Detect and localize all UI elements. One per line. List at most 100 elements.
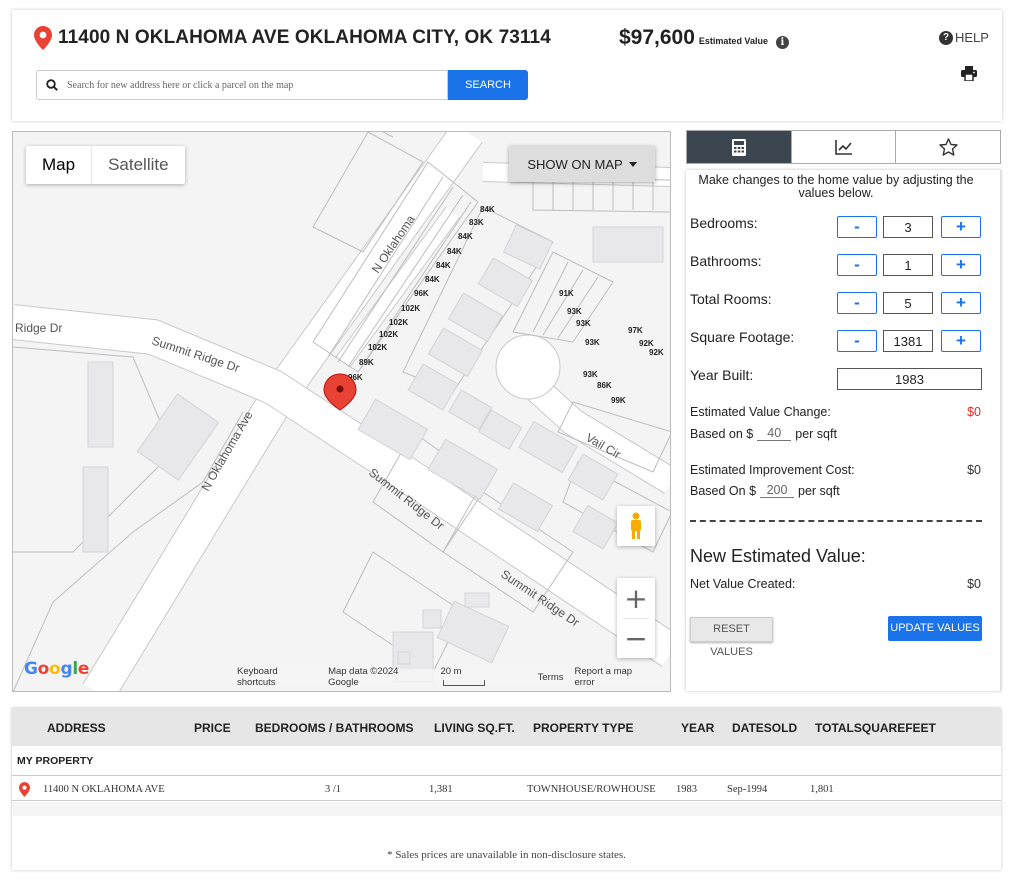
per-sqft-label: per sqft <box>795 426 837 441</box>
square-footage-label: Square Footage: <box>690 329 795 345</box>
est-improvement-label: Estimated Improvement Cost: <box>690 463 855 477</box>
based-on-row: Based on $ per sqft <box>690 426 837 441</box>
cell-living-sqft: 1,381 <box>429 784 453 795</box>
report-error-link[interactable]: Report a map error <box>575 666 654 688</box>
parcel-price-label: 92K <box>649 348 664 357</box>
value-per-sqft-input[interactable] <box>757 426 792 441</box>
net-value-amount: $0 <box>967 577 981 591</box>
parcel-price-label: 84K <box>480 205 495 214</box>
map-canvas[interactable]: N Oklahoma Ridge Dr Summit Ridge Dr N Ok… <box>13 132 671 692</box>
info-icon[interactable]: i <box>775 36 789 49</box>
est-value-change-label: Estimated Value Change: <box>690 405 831 419</box>
parcel-price-label: 96K <box>414 289 429 298</box>
map-type-satellite[interactable]: Satellite <box>91 146 184 184</box>
estimated-value-box: $97,600 Estimated Value i <box>619 26 789 50</box>
terms-link[interactable]: Terms <box>538 672 564 683</box>
cell-year: 1983 <box>676 784 697 795</box>
print-icon[interactable] <box>961 66 977 81</box>
zoom-out-button[interactable]: − <box>617 618 655 658</box>
parcel-price-label: 93K <box>585 338 600 347</box>
parcel-price-label: 92K <box>639 339 654 348</box>
reset-values-button[interactable]: RESET VALUES <box>690 617 773 658</box>
map-type-toggle: Map Satellite <box>26 146 185 184</box>
help-label: HELP <box>955 30 989 45</box>
table-footnote: * Sales prices are unavailable in non-di… <box>387 849 626 861</box>
bedrooms-decrement-button[interactable]: - <box>837 216 877 238</box>
update-values-button[interactable]: UPDATE VALUES <box>888 616 982 641</box>
parcel-price-label: 84K <box>436 261 451 270</box>
bedrooms-field[interactable]: 3 <box>883 216 933 238</box>
map-attribution-bar: Keyboard shortcuts Map data ©2024 Google… <box>231 666 670 688</box>
column-header-address[interactable]: ADDRESS <box>47 721 106 735</box>
column-header-price[interactable]: PRICE <box>194 721 231 735</box>
address-row: 11400 N OKLAHOMA AVE OKLAHOMA CITY, OK 7… <box>34 26 551 50</box>
column-header-datesold[interactable]: DATESOLD <box>732 721 797 735</box>
bedrooms-increment-button[interactable]: + <box>941 216 981 238</box>
parcel-price-label: 84K <box>458 232 473 241</box>
search-icon <box>37 79 67 91</box>
bathrooms-decrement-button[interactable]: - <box>837 254 877 276</box>
property-table: ADDRESS PRICE BEDROOMS / BATHROOMS LIVIN… <box>12 708 1001 870</box>
keyboard-shortcuts-link[interactable]: Keyboard shortcuts <box>237 666 317 688</box>
parcel-price-label: 93K <box>583 370 598 379</box>
parcel-price-label: 102K <box>401 304 420 313</box>
cell-total-sqft: 1,801 <box>810 784 834 795</box>
parcel-price-label: 102K <box>379 330 398 339</box>
based-on-label: Based on $ <box>690 426 754 441</box>
panel-tabs <box>686 130 1001 164</box>
table-row[interactable]: 11400 N OKLAHOMA AVE 3 /1 1,381 TOWNHOUS… <box>12 775 1001 801</box>
table-header: ADDRESS PRICE BEDROOMS / BATHROOMS LIVIN… <box>12 708 1001 746</box>
column-header-living-sqft[interactable]: LIVING SQ.FT. <box>434 721 515 735</box>
cell-bed-bath: 3 /1 <box>325 784 342 795</box>
total-rooms-decrement-button[interactable]: - <box>837 292 877 314</box>
zoom-control: + − <box>617 578 655 658</box>
tab-chart[interactable] <box>790 131 896 163</box>
parcel-price-label: 99K <box>611 396 626 405</box>
cell-property-type: TOWNHOUSE/ROWHOUSE <box>527 784 656 795</box>
year-built-field[interactable]: 1983 <box>837 368 982 390</box>
tab-calculator[interactable] <box>687 131 791 163</box>
square-footage-field[interactable]: 1381 <box>883 330 933 352</box>
est-improvement-amount: $0 <box>967 463 981 477</box>
year-built-label: Year Built: <box>690 367 754 383</box>
help-link[interactable]: ? HELP <box>939 30 989 45</box>
per-sqft-label-2: per sqft <box>798 483 840 498</box>
question-circle-icon: ? <box>939 30 953 45</box>
column-header-year[interactable]: YEAR <box>681 721 714 735</box>
road-label: Ridge Dr <box>15 321 62 335</box>
est-value-change-amount: $0 <box>967 405 981 419</box>
show-on-map-label: SHOW ON MAP <box>527 156 623 172</box>
my-property-group: MY PROPERTY <box>12 746 1001 774</box>
cost-per-sqft-input[interactable] <box>760 483 795 498</box>
tab-favorites[interactable] <box>895 131 1001 163</box>
zoom-in-button[interactable]: + <box>617 578 655 618</box>
map-data-credit: Map data ©2024 Google <box>328 666 399 688</box>
based-on-label-2: Based On $ <box>690 483 757 498</box>
calculator-icon <box>731 138 746 156</box>
column-header-property-type[interactable]: PROPERTY TYPE <box>533 721 633 735</box>
based-on-row-2: Based On $ per sqft <box>690 483 840 498</box>
column-header-total-sqft[interactable]: TOTALSQUAREFEET <box>815 721 936 735</box>
parcel-price-label: 102K <box>368 343 387 352</box>
parcel-price-label: 91K <box>559 289 574 298</box>
street-view-pegman[interactable] <box>617 506 655 546</box>
property-header: 11400 N OKLAHOMA AVE OKLAHOMA CITY, OK 7… <box>12 10 1002 121</box>
parcel-map[interactable]: N Oklahoma Ridge Dr Summit Ridge Dr N Ok… <box>12 131 671 692</box>
show-on-map-dropdown[interactable]: SHOW ON MAP <box>509 146 655 182</box>
location-pin-icon <box>34 26 52 50</box>
new-estimated-value-heading: New Estimated Value: <box>690 546 866 566</box>
square-footage-decrement-button[interactable]: - <box>837 330 877 352</box>
star-icon <box>938 138 958 156</box>
total-rooms-field[interactable]: 5 <box>883 292 933 314</box>
square-footage-increment-button[interactable]: + <box>941 330 981 352</box>
map-type-map[interactable]: Map <box>26 146 91 184</box>
bathrooms-field[interactable]: 1 <box>883 254 933 276</box>
bathrooms-increment-button[interactable]: + <box>941 254 981 276</box>
bedrooms-label: Bedrooms: <box>690 215 758 231</box>
search-button[interactable]: SEARCH <box>448 70 528 100</box>
total-rooms-increment-button[interactable]: + <box>941 292 981 314</box>
parcel-price-label: 84K <box>447 247 462 256</box>
column-header-bed-bath[interactable]: BEDROOMS / BATHROOMS <box>255 721 413 735</box>
address-search-input[interactable] <box>67 79 437 91</box>
parcel-price-label: 97K <box>628 326 643 335</box>
